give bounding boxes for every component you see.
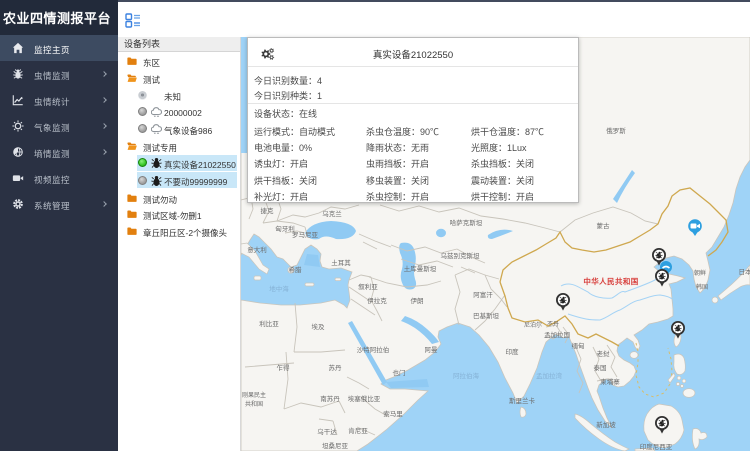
svg-text:土库曼斯坦: 土库曼斯坦 [404, 264, 437, 273]
svg-text:坦桑尼亚: 坦桑尼亚 [322, 441, 349, 450]
svg-text:捷克: 捷克 [261, 206, 275, 215]
svg-text:俄罗斯: 俄罗斯 [606, 126, 626, 135]
svg-text:土耳其: 土耳其 [331, 258, 351, 267]
svg-text:地中海: 地中海 [269, 284, 289, 293]
svg-text:韩国: 韩国 [696, 283, 708, 291]
svg-text:乌干达: 乌干达 [317, 427, 337, 436]
svg-text:叙利亚: 叙利亚 [358, 282, 378, 291]
svg-text:印度: 印度 [506, 347, 520, 356]
svg-text:尼泊尔: 尼泊尔 [524, 321, 542, 329]
svg-text:埃塞俄比亚: 埃塞俄比亚 [348, 394, 381, 403]
svg-text:斯里兰卡: 斯里兰卡 [509, 396, 536, 405]
svg-text:伊朗: 伊朗 [411, 296, 424, 305]
svg-text:老挝: 老挝 [597, 349, 611, 358]
svg-text:希腊: 希腊 [289, 265, 303, 274]
svg-text:肯尼亚: 肯尼亚 [348, 426, 368, 435]
svg-text:日本: 日本 [739, 267, 750, 276]
svg-text:利比亚: 利比亚 [259, 319, 279, 328]
svg-text:乌克兰: 乌克兰 [322, 209, 342, 218]
svg-text:南苏丹: 南苏丹 [320, 394, 340, 403]
svg-text:阿拉伯海: 阿拉伯海 [453, 371, 480, 380]
svg-text:印度尼西亚: 印度尼西亚 [640, 442, 673, 451]
svg-text:中华人民共和国: 中华人民共和国 [583, 276, 638, 286]
svg-text:刚果民主: 刚果民主 [242, 391, 266, 399]
svg-text:哈萨克斯坦: 哈萨克斯坦 [450, 218, 483, 227]
svg-text:蒙古: 蒙古 [597, 221, 611, 230]
svg-text:共和国: 共和国 [245, 400, 263, 408]
svg-text:巴基斯坦: 巴基斯坦 [473, 311, 500, 320]
svg-text:泰国: 泰国 [594, 363, 607, 372]
svg-text:沙特阿拉伯: 沙特阿拉伯 [357, 345, 390, 354]
svg-text:乌兹别克斯坦: 乌兹别克斯坦 [441, 251, 481, 260]
svg-text:索马里: 索马里 [383, 409, 403, 418]
svg-text:新加坡: 新加坡 [596, 420, 616, 429]
svg-text:也门: 也门 [393, 368, 406, 377]
svg-text:苏丹: 苏丹 [329, 363, 343, 372]
svg-text:阿曼: 阿曼 [425, 345, 439, 354]
svg-text:孟加拉湾: 孟加拉湾 [536, 371, 563, 380]
svg-text:不丹: 不丹 [547, 321, 559, 328]
svg-text:朝鲜: 朝鲜 [694, 269, 706, 277]
svg-text:乍得: 乍得 [277, 363, 291, 372]
svg-text:柬埔寨: 柬埔寨 [600, 377, 620, 386]
svg-text:罗马尼亚: 罗马尼亚 [292, 231, 319, 239]
svg-text:意大利: 意大利 [247, 245, 267, 254]
svg-text:匈牙利: 匈牙利 [275, 224, 295, 233]
svg-text:埃及: 埃及 [312, 322, 326, 331]
svg-text:孟加拉国: 孟加拉国 [544, 330, 570, 339]
svg-text:缅甸: 缅甸 [572, 341, 585, 350]
svg-text:阿富汗: 阿富汗 [473, 290, 493, 299]
svg-text:伊拉克: 伊拉克 [367, 296, 387, 305]
